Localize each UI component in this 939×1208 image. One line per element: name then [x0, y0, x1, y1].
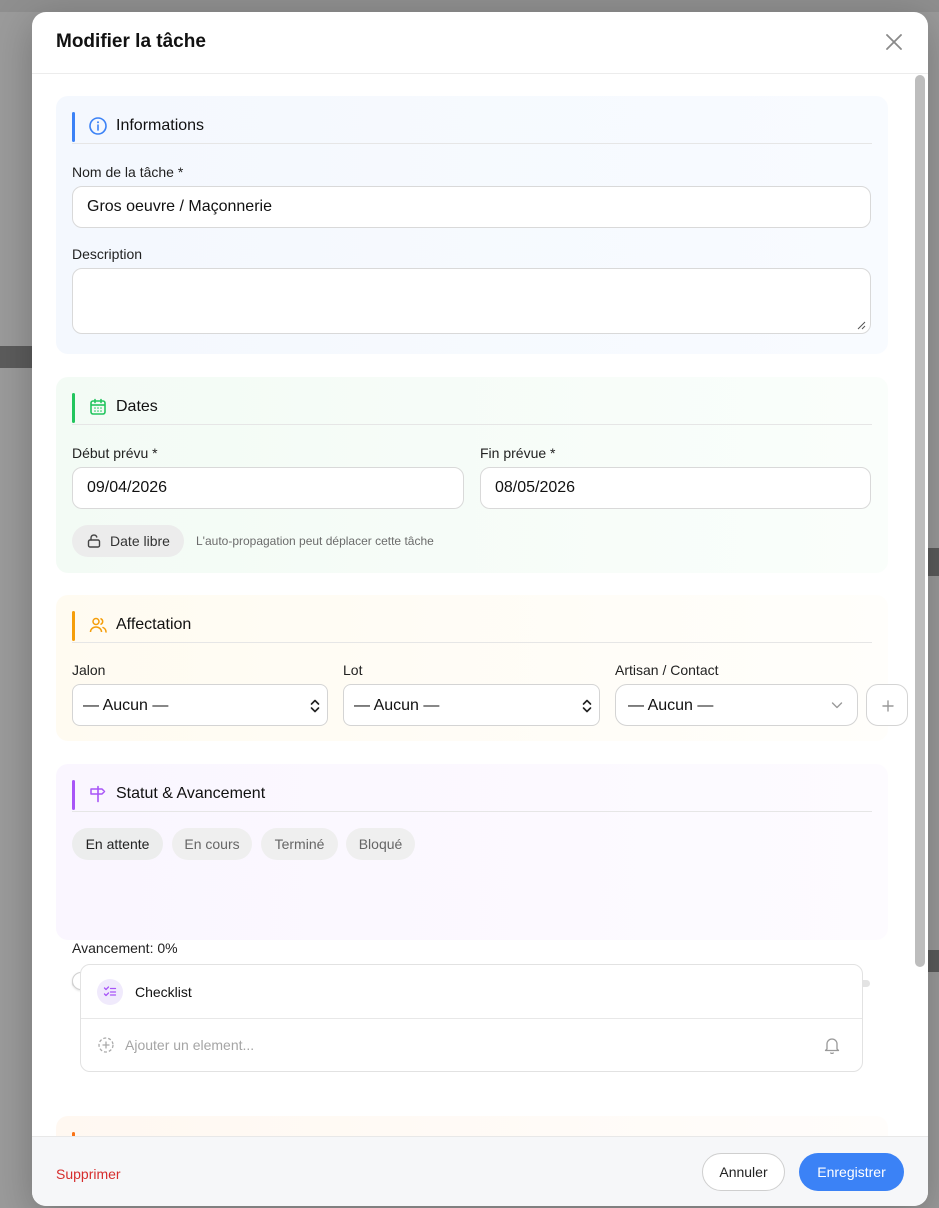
- section-next-partial: [56, 1116, 888, 1136]
- section-header: Affectation: [72, 611, 872, 643]
- description-textarea[interactable]: [72, 268, 871, 334]
- start-date-input[interactable]: [72, 467, 464, 509]
- artisan-label: Artisan / Contact: [615, 662, 719, 678]
- section-accent-bar: [72, 611, 75, 641]
- free-date-label: Date libre: [110, 533, 170, 549]
- dialog-footer: Supprimer Annuler Enregistrer: [32, 1136, 928, 1206]
- task-name-label: Nom de la tâche *: [72, 164, 184, 180]
- section-title: Statut & Avancement: [116, 785, 266, 802]
- lot-select[interactable]: — Aucun —: [343, 684, 600, 726]
- add-circle-icon: [98, 1037, 114, 1053]
- status-option-bloque[interactable]: Bloqué: [346, 828, 415, 860]
- section-header: Informations: [72, 112, 872, 144]
- section-title: Dates: [116, 398, 158, 415]
- lot-value: — Aucun —: [354, 697, 440, 714]
- status-option-en-cours[interactable]: En cours: [172, 828, 252, 860]
- section-dates: Dates Début prévu * Fin prévue * Date li…: [56, 377, 888, 573]
- users-icon: [89, 617, 107, 633]
- close-icon[interactable]: [882, 30, 906, 54]
- dialog-title: Modifier la tâche: [56, 31, 206, 52]
- status-option-en-attente[interactable]: En attente: [72, 828, 163, 860]
- lot-label: Lot: [343, 662, 363, 678]
- end-date-input[interactable]: [480, 467, 871, 509]
- info-icon: [89, 117, 107, 135]
- background-row: [928, 950, 939, 972]
- description-label: Description: [72, 246, 143, 262]
- jalon-label: Jalon: [72, 662, 106, 678]
- cancel-button[interactable]: Annuler: [702, 1153, 785, 1191]
- dialog-header: Modifier la tâche: [32, 12, 928, 74]
- checklist-header: Checklist: [81, 965, 862, 1019]
- plus-icon: [882, 700, 894, 712]
- list-checks-icon: [103, 986, 117, 997]
- checklist-title: Checklist: [135, 984, 192, 1000]
- calendar-icon: [90, 398, 106, 415]
- background-row: [0, 346, 32, 368]
- section-header: Statut & Avancement: [72, 780, 872, 812]
- section-status: Statut & Avancement En attente En cours …: [56, 764, 888, 990]
- checklist-add-input[interactable]: [125, 1029, 805, 1061]
- save-button[interactable]: Enregistrer: [799, 1153, 904, 1191]
- section-accent-bar: [72, 112, 75, 142]
- jalon-select[interactable]: — Aucun —: [72, 684, 328, 726]
- scrollbar-thumb[interactable]: [915, 75, 925, 967]
- section-title: Affectation: [116, 616, 192, 633]
- unlock-icon: [87, 534, 101, 548]
- start-date-label: Début prévu *: [72, 445, 158, 461]
- chevron-down-icon: [831, 702, 843, 709]
- section-header: Dates: [72, 393, 872, 425]
- task-name-input[interactable]: [72, 186, 871, 228]
- background-row: [928, 548, 939, 576]
- free-date-toggle[interactable]: Date libre: [72, 525, 184, 557]
- dialog-body[interactable]: Informations Nom de la tâche * Descripti…: [32, 74, 928, 1136]
- section-accent-bar: [72, 780, 75, 810]
- free-date-hint: L'auto-propagation peut déplacer cette t…: [196, 534, 434, 548]
- select-arrows-icon: [582, 699, 592, 713]
- section-accent-bar: [72, 393, 75, 423]
- signpost-icon: [90, 785, 106, 803]
- checklist-badge: [97, 979, 123, 1005]
- artisan-select[interactable]: — Aucun —: [615, 684, 858, 726]
- select-arrows-icon: [310, 699, 320, 713]
- resize-handle-icon[interactable]: [856, 320, 866, 330]
- section-title: Informations: [116, 117, 205, 134]
- bell-icon[interactable]: [824, 1036, 840, 1054]
- section-informations: Informations Nom de la tâche * Descripti…: [56, 96, 888, 354]
- checklist-panel: Checklist: [80, 964, 863, 1072]
- end-date-label: Fin prévue *: [480, 445, 556, 461]
- background-topbar: [0, 0, 939, 12]
- artisan-value: — Aucun —: [628, 697, 714, 714]
- progress-label: Avancement: 0%: [72, 940, 178, 956]
- jalon-value: — Aucun —: [83, 697, 169, 714]
- status-option-termine[interactable]: Terminé: [261, 828, 338, 860]
- edit-task-dialog: Modifier la tâche Informations Nom de la…: [32, 12, 928, 1206]
- section-affectation: Affectation Jalon — Aucun — Lot — Aucun …: [56, 595, 908, 741]
- add-contact-button[interactable]: [866, 684, 908, 726]
- delete-button[interactable]: Supprimer: [56, 1166, 121, 1182]
